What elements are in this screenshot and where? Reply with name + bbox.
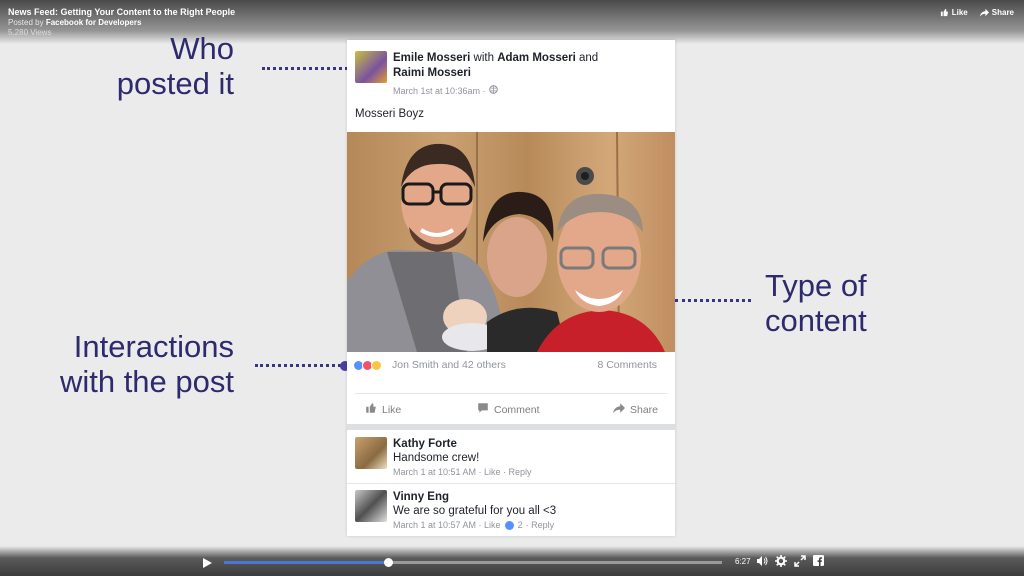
author-name-link[interactable]: Emile Mosseri (393, 52, 470, 64)
post-header-text: Emile Mosseri with Adam Mosseri and Raim… (393, 51, 623, 96)
video-title[interactable]: News Feed: Getting Your Content to the R… (8, 7, 1016, 18)
annotation-who-posted: Who posted it (80, 31, 234, 101)
posted-by-page-link[interactable]: Facebook for Developers (46, 18, 142, 27)
comment-item: Kathy Forte Handsome crew! March 1 at 10… (355, 437, 532, 479)
news-feed-post-card: Emile Mosseri with Adam Mosseri and Raim… (347, 40, 675, 536)
share-arrow-icon (979, 8, 989, 17)
volume-icon[interactable] (756, 555, 768, 569)
comment-body: Kathy Forte Handsome crew! March 1 at 10… (393, 437, 532, 479)
video-actions: Like Share (940, 8, 1014, 17)
annotation-type-line2: content (765, 303, 867, 338)
post-author-line: Emile Mosseri with Adam Mosseri and Raim… (393, 51, 623, 81)
annotation-who-line2: posted it (116, 66, 234, 101)
like-reaction-icon (503, 519, 515, 531)
comment-meta[interactable]: March 1 at 10:51 AM · Like · Reply (393, 465, 532, 479)
annotation-interactions-line2: with the post (59, 364, 234, 399)
post-header: Emile Mosseri with Adam Mosseri and Raim… (355, 51, 623, 96)
annotation-who-leader (262, 67, 348, 70)
posted-prefix: Posted by (8, 18, 44, 27)
fullscreen-icon[interactable] (794, 555, 806, 569)
divider (355, 393, 667, 394)
tagged-user-link-1[interactable]: Adam Mosseri (497, 52, 576, 64)
comment-bubble-icon (477, 402, 489, 417)
commenter-name-link[interactable]: Vinny Eng (393, 490, 556, 504)
video-like-button[interactable]: Like (940, 8, 968, 17)
divider (347, 483, 675, 484)
video-share-button[interactable]: Share (979, 8, 1014, 17)
comment-reply-link[interactable]: · Reply (526, 518, 555, 532)
video-time: 6:27 (735, 557, 751, 566)
comment-like-count[interactable]: 2 (518, 518, 523, 532)
commenter-name-link[interactable]: Kathy Forte (393, 437, 532, 451)
post-timestamp-row: March 1st at 10:36am · (393, 85, 623, 96)
post-photo[interactable] (347, 132, 675, 352)
share-arrow-icon (613, 402, 625, 417)
like-label: Like (382, 403, 402, 416)
comment-label: Comment (494, 403, 540, 416)
thumbs-up-icon (365, 402, 377, 417)
commenter-avatar[interactable] (355, 437, 387, 469)
progress-scrubber[interactable] (384, 558, 394, 567)
video-controls: 6:27 (0, 546, 1024, 576)
comment-time-like[interactable]: March 1 at 10:57 AM · Like (393, 518, 501, 532)
globe-icon (488, 85, 498, 96)
comments-divider (347, 424, 675, 430)
reactions-text[interactable]: Jon Smith and 42 others (392, 359, 506, 371)
annotation-interactions: Interactions with the post (30, 329, 234, 399)
comment-item: Vinny Eng We are so grateful for you all… (355, 490, 556, 532)
progress-bar[interactable] (224, 558, 722, 567)
author-avatar[interactable] (355, 51, 387, 83)
post-actions-bar: Like Comment Share (347, 400, 675, 422)
share-label: Share (630, 403, 659, 416)
video-like-label: Like (951, 8, 968, 17)
progress-fill (224, 561, 389, 564)
settings-gear-icon[interactable] (775, 555, 787, 569)
share-button[interactable]: Share (613, 402, 658, 417)
comment-text: Handsome crew! (393, 452, 480, 464)
annotation-type-of-content: Type of content (765, 268, 965, 338)
play-icon[interactable] (203, 558, 212, 568)
video-share-label: Share (991, 8, 1014, 17)
comment-text: We are so grateful for you all <3 (393, 505, 557, 517)
annotation-type-leader (675, 299, 751, 302)
video-posted-by: Posted by Facebook for Developers (8, 18, 1016, 28)
reactions-summary: Jon Smith and 42 others 8 Comments (347, 358, 675, 376)
like-button[interactable]: Like (365, 402, 401, 417)
wow-reaction-icon (371, 360, 382, 371)
annotation-type-line1: Type of (765, 268, 867, 303)
annotation-who-line1: Who (170, 31, 234, 66)
post-message: Mosseri Boyz (355, 108, 425, 120)
comments-count[interactable]: 8 Comments (597, 359, 657, 371)
group-selfie-illustration (347, 132, 665, 352)
annotation-interactions-leader (255, 364, 341, 367)
comment-body: Vinny Eng We are so grateful for you all… (393, 490, 556, 532)
with-word: with (473, 52, 494, 64)
tagged-user-link-2[interactable]: Raimi Mosseri (393, 67, 471, 79)
commenter-avatar[interactable] (355, 490, 387, 522)
and-word: and (579, 52, 599, 64)
comment-meta: March 1 at 10:57 AM · Like 2 · Reply (393, 518, 556, 532)
annotation-interactions-line1: Interactions (73, 329, 234, 364)
comment-button[interactable]: Comment (477, 402, 540, 417)
thumbs-up-icon (940, 8, 949, 17)
reaction-icons[interactable] (353, 360, 382, 371)
facebook-logo-icon[interactable] (813, 555, 824, 568)
post-timestamp[interactable]: March 1st at 10:36am · (393, 86, 486, 96)
